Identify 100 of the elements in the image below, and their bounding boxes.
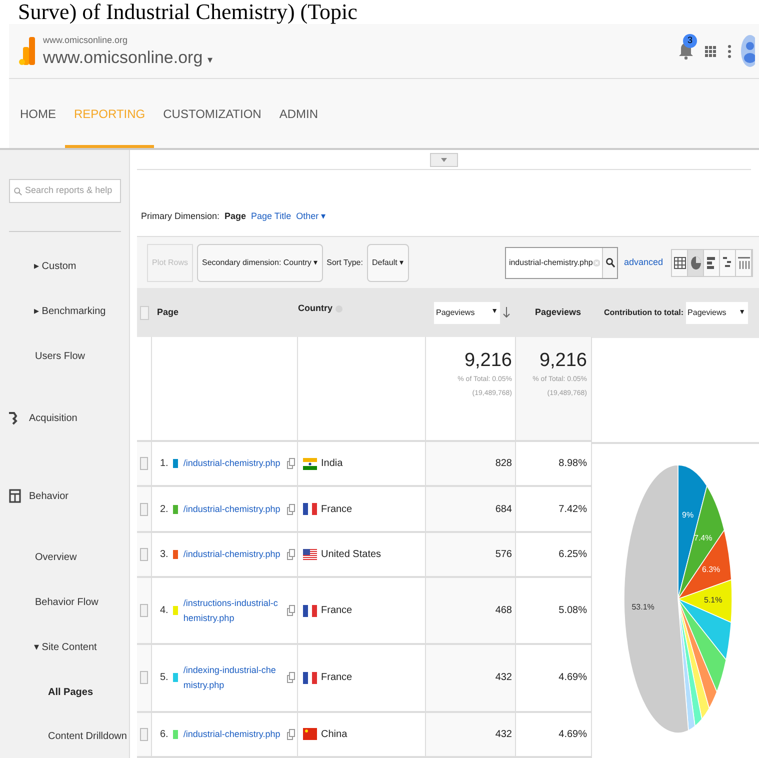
- country-name: France: [321, 604, 352, 618]
- external-link-icon[interactable]: [287, 504, 295, 515]
- filter-field[interactable]: industrial-chemistry.php: [504, 246, 618, 278]
- share-value: 4.69%: [558, 671, 587, 686]
- dimension-option[interactable]: Other ▾: [296, 210, 326, 223]
- notification-badge: 3: [683, 34, 697, 48]
- row-checkbox[interactable]: [140, 671, 148, 684]
- collapse-tab[interactable]: [430, 153, 458, 167]
- column-header: Page: [156, 306, 180, 319]
- sidebar-section[interactable]: Acquisition: [29, 410, 78, 426]
- primary-dimension-label: Primary Dimension:: [141, 210, 220, 223]
- caret-icon: [441, 158, 447, 162]
- layout-icon: [9, 489, 21, 503]
- page-link[interactable]: /indexing-industrial-chemistry.php: [183, 662, 282, 693]
- country-name: China: [321, 728, 348, 742]
- property-selector[interactable]: www.omicsonline.org ▾: [43, 47, 212, 68]
- nav-tab[interactable]: HOME: [11, 79, 65, 148]
- france-flag-icon: [303, 503, 317, 516]
- sidebar-item[interactable]: Behavior Flow: [35, 595, 98, 610]
- page-link[interactable]: /instructions-industrial-chemistry.php: [183, 596, 282, 626]
- pageviews-value: 576: [495, 548, 512, 562]
- dimension-option[interactable]: Page: [224, 210, 246, 223]
- row-checkbox[interactable]: [140, 604, 148, 618]
- contribution-label: Contribution to total:: [604, 307, 684, 319]
- page-link[interactable]: /industrial-chemistry.php: [183, 502, 282, 517]
- india-flag-icon: [303, 458, 317, 470]
- nav-tab[interactable]: CUSTOMIZATION: [154, 79, 270, 148]
- sidebar-item[interactable]: Overview: [35, 550, 77, 565]
- slice-label: 5.1%: [704, 595, 722, 604]
- pageviews-value: 432: [495, 671, 512, 686]
- view-button[interactable]: [688, 250, 704, 276]
- country-name: France: [321, 502, 352, 517]
- bar-list-icon: [706, 256, 716, 268]
- search-button[interactable]: [602, 248, 617, 278]
- row-checkbox[interactable]: [140, 457, 148, 470]
- sidebar-item[interactable]: Users Flow: [35, 349, 86, 364]
- apps-grid-icon[interactable]: [705, 46, 716, 56]
- france-flag-icon: [303, 604, 317, 617]
- view-button[interactable]: [720, 250, 736, 276]
- country-name: United States: [321, 548, 382, 562]
- external-link-icon[interactable]: [287, 605, 295, 616]
- view-button[interactable]: [736, 250, 752, 276]
- sidebar-item[interactable]: ▾ Site Content: [34, 640, 97, 655]
- nav-tab[interactable]: ADMIN: [270, 79, 328, 148]
- advanced-link[interactable]: advanced: [624, 256, 663, 270]
- sidebar-item[interactable]: ▸ Benchmarking: [34, 304, 106, 319]
- pageviews-value: 432: [495, 728, 512, 742]
- external-link-icon[interactable]: [287, 549, 295, 560]
- slice-label: 7.4%: [694, 533, 712, 542]
- share-value: 4.69%: [558, 728, 587, 742]
- view-button[interactable]: [704, 250, 720, 276]
- dimension-option[interactable]: Page Title: [251, 210, 292, 223]
- row-index: 5.: [160, 671, 168, 686]
- pageviews-value: 468: [495, 604, 512, 618]
- external-link-icon[interactable]: [287, 458, 295, 470]
- page-link[interactable]: /industrial-chemistry.php: [183, 456, 282, 472]
- sort-arrow-icon[interactable]: [503, 307, 510, 318]
- sort-type-label: Sort Type:: [326, 256, 363, 268]
- row-index: 6.: [160, 728, 168, 742]
- sidebar-item[interactable]: All Pages: [48, 684, 94, 700]
- view-button[interactable]: [672, 250, 688, 276]
- search-field[interactable]: Search reports & help: [9, 179, 121, 203]
- table-icon: [674, 256, 686, 268]
- row-index: 3.: [160, 548, 168, 562]
- pie-chart-icon: [690, 256, 702, 270]
- comparison-icon: [722, 256, 732, 268]
- usa-flag-icon: [303, 548, 317, 561]
- search-icon: [14, 186, 22, 196]
- page-banner-title: Surve) of Industrial Chemistry) (Topic: [17, 0, 358, 24]
- pageviews-value: 828: [495, 457, 512, 472]
- more-options-icon[interactable]: [728, 44, 731, 58]
- avatar-icon[interactable]: [741, 35, 755, 67]
- search-icon: [606, 258, 615, 268]
- page-link[interactable]: /industrial-chemistry.php: [183, 726, 282, 742]
- sidebar-section[interactable]: Behavior: [29, 488, 68, 504]
- row-index: 1.: [160, 457, 168, 472]
- slice-label: 53.1%: [632, 602, 654, 612]
- row-index: 4.: [160, 604, 168, 618]
- secondary-dimension-select[interactable]: Secondary dimension: Country ▾: [197, 244, 323, 282]
- sort-type-select[interactable]: Default ▾: [366, 244, 409, 282]
- sidebar-item[interactable]: ▸ Custom: [34, 259, 76, 274]
- page-link[interactable]: /industrial-chemistry.php: [183, 547, 282, 562]
- row-index: 2.: [160, 502, 168, 517]
- checkbox[interactable]: [140, 306, 149, 320]
- total-value: 9,216: [464, 349, 512, 374]
- sidebar-item[interactable]: Content Drilldown: [48, 728, 127, 744]
- external-link-icon[interactable]: [287, 672, 295, 684]
- row-checkbox[interactable]: [140, 548, 148, 562]
- france-flag-icon: [303, 672, 317, 684]
- share-value: 5.08%: [558, 604, 587, 618]
- share-value: 6.25%: [558, 548, 587, 562]
- china-flag-icon: [303, 728, 317, 740]
- search-input[interactable]: Search reports & help: [25, 184, 116, 198]
- row-checkbox[interactable]: [140, 502, 148, 516]
- external-link-icon[interactable]: [287, 728, 295, 740]
- analytics-logo-icon: [19, 37, 35, 65]
- slice-label: 6.3%: [702, 564, 720, 574]
- account-name: www.omicsonline.org: [43, 34, 129, 47]
- row-checkbox[interactable]: [140, 728, 148, 741]
- column-header: Pageviews: [534, 306, 582, 319]
